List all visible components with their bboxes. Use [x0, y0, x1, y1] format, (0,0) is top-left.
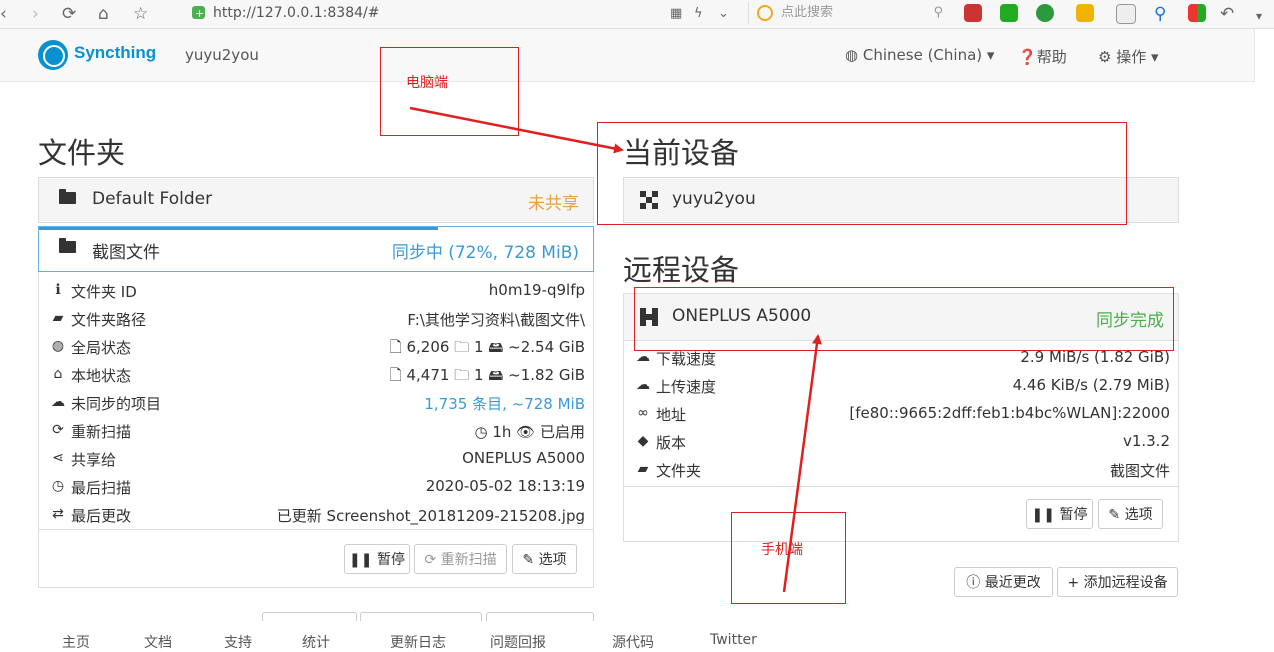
phone-arrow: [782, 334, 822, 593]
pc-arrow: [409, 106, 624, 154]
annotation-arrows: [409, 106, 822, 593]
